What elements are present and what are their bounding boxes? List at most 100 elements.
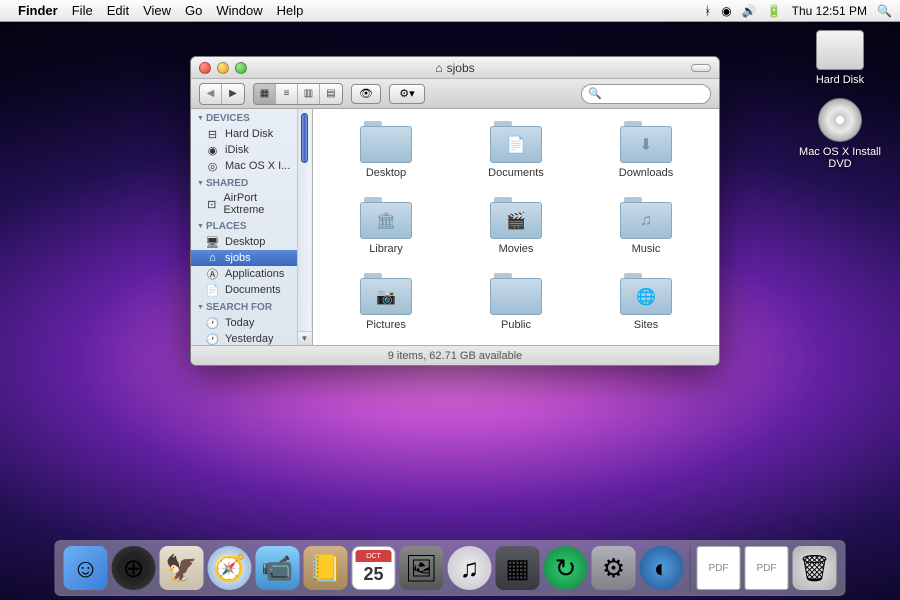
zoom-button[interactable] <box>235 62 247 74</box>
forward-button[interactable]: ▶ <box>222 84 244 104</box>
sidebar-header-places[interactable]: ▼Places <box>191 217 312 234</box>
menu-view[interactable]: View <box>143 3 171 18</box>
menu-file[interactable]: File <box>72 3 93 18</box>
volume-icon[interactable]: 🔊 <box>742 4 757 18</box>
titlebar[interactable]: ⌂ sjobs <box>191 57 719 79</box>
sidebar-header-searchfor[interactable]: ▼Search For <box>191 298 312 315</box>
sidebar-item-airport[interactable]: ⊡AirPort Extreme <box>191 191 299 217</box>
dock-time-machine[interactable]: ↻ <box>544 546 588 590</box>
dock-system-preferences[interactable]: ⚙ <box>592 546 636 590</box>
dock-mail[interactable]: 🦅 <box>160 546 204 590</box>
sidebar-item-documents[interactable]: 📄Documents <box>191 282 299 298</box>
folder-icon: 📄 <box>490 126 542 163</box>
dock-ichat[interactable]: 📹 <box>256 546 300 590</box>
view-mode-buttons: ▦ ≡ ▥ ▤ <box>253 83 343 105</box>
sidebar-scrollbar[interactable]: ▼ <box>297 109 311 345</box>
clock-icon: 🕐 <box>205 316 220 330</box>
dock-finder[interactable]: ☺ <box>64 546 108 590</box>
action-button[interactable]: ⚙▾ <box>389 84 425 104</box>
toolbar: ◀ ▶ ▦ ≡ ▥ ▤ 👁 ⚙▾ 🔍 <box>191 79 719 109</box>
sidebar-item-applications[interactable]: ⒶApplications <box>191 266 299 282</box>
menu-go[interactable]: Go <box>185 3 202 18</box>
dvd-label: Mac OS X Install DVD <box>790 146 890 170</box>
sidebar-header-devices[interactable]: ▼Devices <box>191 109 312 126</box>
status-bar: 9 items, 62.71 GB available <box>191 345 719 365</box>
window-title: ⌂ sjobs <box>435 61 474 75</box>
applications-icon: Ⓐ <box>205 267 220 281</box>
desktop-hard-disk[interactable]: Hard Disk <box>790 30 890 86</box>
nav-buttons: ◀ ▶ <box>199 83 245 105</box>
clock[interactable]: Thu 12:51 PM <box>792 4 867 18</box>
dock-itunes[interactable]: ♫ <box>448 546 492 590</box>
folder-icon: 🌐 <box>620 278 672 315</box>
folder-music[interactable]: ♫Music <box>581 197 711 255</box>
menubar: Finder File Edit View Go Window Help ᚼ ◉… <box>0 0 900 22</box>
folder-sites[interactable]: 🌐Sites <box>581 273 711 331</box>
scrollbar-down-arrow[interactable]: ▼ <box>298 331 311 345</box>
back-button[interactable]: ◀ <box>200 84 222 104</box>
dock-document-1[interactable]: PDF <box>697 546 741 590</box>
dock-trash[interactable]: 🗑 <box>793 546 837 590</box>
minimize-button[interactable] <box>217 62 229 74</box>
dock-spaces[interactable]: ▦ <box>496 546 540 590</box>
dock-safari[interactable]: 🧭 <box>208 546 252 590</box>
disk-icon: ⊟ <box>205 127 220 141</box>
idisk-icon: ◉ <box>205 143 220 157</box>
hard-disk-label: Hard Disk <box>816 74 864 86</box>
search-icon: 🔍 <box>588 87 602 100</box>
desktop-icon: 🖥 <box>205 235 220 249</box>
hard-disk-icon <box>816 30 864 70</box>
folder-library[interactable]: 🏛Library <box>321 197 451 255</box>
spotlight-icon[interactable]: 🔍 <box>877 4 892 18</box>
dock-readyset[interactable]: ◐ <box>640 546 684 590</box>
coverflow-view-button[interactable]: ▤ <box>320 84 342 104</box>
sidebar-header-shared[interactable]: ▼Shared <box>191 174 312 191</box>
sidebar-item-desktop[interactable]: 🖥Desktop <box>191 234 299 250</box>
bluetooth-icon[interactable]: ᚼ <box>704 4 711 18</box>
search-input[interactable]: 🔍 <box>581 84 711 104</box>
sidebar-item-hard-disk[interactable]: ⊟Hard Disk <box>191 126 299 142</box>
folder-desktop[interactable]: Desktop <box>321 121 451 179</box>
documents-icon: 📄 <box>205 283 220 297</box>
column-view-button[interactable]: ▥ <box>298 84 320 104</box>
cd-icon: ◎ <box>205 159 220 173</box>
dock-dashboard[interactable]: ⊕ <box>112 546 156 590</box>
sidebar-item-idisk[interactable]: ◉iDisk <box>191 142 299 158</box>
sidebar-item-yesterday[interactable]: 🕐Yesterday <box>191 331 299 345</box>
sidebar: ▼Devices ⊟Hard Disk ◉iDisk ◎Mac OS X I..… <box>191 109 313 345</box>
folder-downloads[interactable]: ⬇Downloads <box>581 121 711 179</box>
menu-window[interactable]: Window <box>216 3 262 18</box>
dock: ☺ ⊕ 🦅 🧭 📹 📒 OCT25 🖼 ♫ ▦ ↻ ⚙ ◐ PDF PDF 🗑 <box>55 540 846 596</box>
sidebar-item-today[interactable]: 🕐Today <box>191 315 299 331</box>
dock-document-2[interactable]: PDF <box>745 546 789 590</box>
finder-window: ⌂ sjobs ◀ ▶ ▦ ≡ ▥ ▤ 👁 ⚙▾ 🔍 ▼Devices ⊟Har… <box>190 56 720 366</box>
dock-preview[interactable]: 🖼 <box>400 546 444 590</box>
menu-edit[interactable]: Edit <box>107 3 129 18</box>
folder-icon <box>490 278 542 315</box>
desktop-install-dvd[interactable]: Mac OS X Install DVD <box>790 98 890 170</box>
list-view-button[interactable]: ≡ <box>276 84 298 104</box>
icon-view-button[interactable]: ▦ <box>254 84 276 104</box>
folder-movies[interactable]: 🎬Movies <box>451 197 581 255</box>
scrollbar-thumb[interactable] <box>301 113 308 163</box>
quicklook-button[interactable]: 👁 <box>351 84 381 104</box>
folder-pictures[interactable]: 📷Pictures <box>321 273 451 331</box>
toolbar-toggle-button[interactable] <box>691 64 711 72</box>
wifi-icon[interactable]: ◉ <box>721 4 731 18</box>
dock-address-book[interactable]: 📒 <box>304 546 348 590</box>
app-menu[interactable]: Finder <box>18 3 58 18</box>
folder-icon: ♫ <box>620 202 672 239</box>
folder-documents[interactable]: 📄Documents <box>451 121 581 179</box>
folder-icon: 📷 <box>360 278 412 315</box>
folder-public[interactable]: Public <box>451 273 581 331</box>
home-icon: ⌂ <box>435 61 442 75</box>
close-button[interactable] <box>199 62 211 74</box>
folder-icon: 🎬 <box>490 202 542 239</box>
dock-ical[interactable]: OCT25 <box>352 546 396 590</box>
menu-help[interactable]: Help <box>277 3 304 18</box>
home-icon: ⌂ <box>205 251 220 265</box>
sidebar-item-install-dvd[interactable]: ◎Mac OS X I... <box>191 158 299 174</box>
airport-icon: ⊡ <box>205 197 218 211</box>
battery-icon[interactable]: 🔋 <box>767 4 782 18</box>
sidebar-item-home[interactable]: ⌂sjobs <box>191 250 299 266</box>
